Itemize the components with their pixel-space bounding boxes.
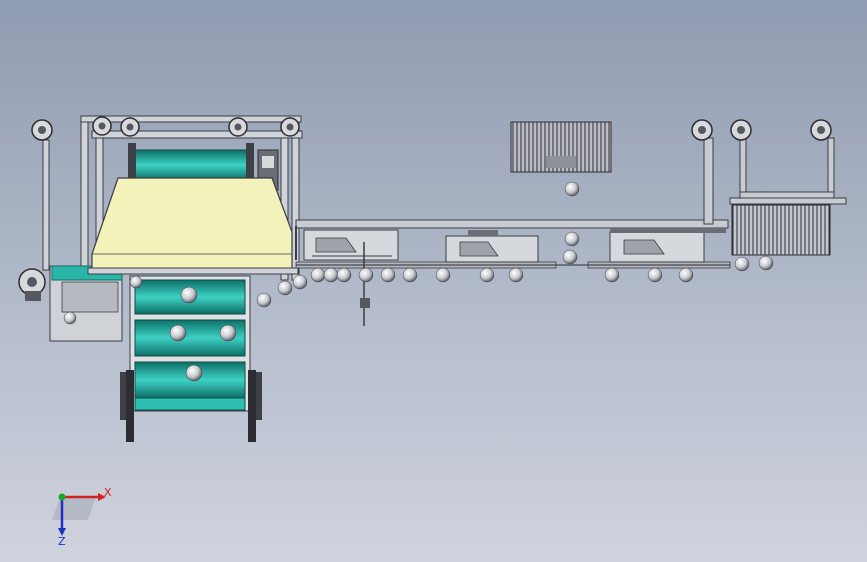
dryer-unit bbox=[445, 230, 539, 263]
dryer-unit bbox=[609, 228, 726, 263]
material-hopper bbox=[87, 177, 299, 275]
cad-viewport[interactable]: X Z bbox=[0, 0, 867, 562]
z-axis-label: Z bbox=[58, 535, 66, 548]
dryer-unit bbox=[303, 229, 399, 261]
coordinate-triad: X Z bbox=[52, 486, 112, 548]
x-axis-label: X bbox=[104, 486, 112, 499]
pulley-wheel-icon bbox=[691, 119, 713, 141]
cooling-rack bbox=[510, 121, 612, 173]
pulley-wheel-icon bbox=[228, 117, 248, 137]
pulley-wheel-icon bbox=[120, 117, 140, 137]
takeup-frame bbox=[729, 137, 847, 256]
machine-assembly-drawing: X Z bbox=[18, 115, 847, 548]
pulley-wheel-icon bbox=[31, 119, 53, 141]
pulley-wheel-icon bbox=[730, 119, 752, 141]
wire-guide-line bbox=[295, 261, 731, 269]
pulley-wheel-icon bbox=[810, 119, 832, 141]
pulley-wheel-icon bbox=[92, 116, 112, 136]
drive-unit bbox=[18, 265, 123, 342]
y-axis-marker bbox=[58, 493, 66, 501]
pulley-wheel-icon bbox=[280, 117, 300, 137]
